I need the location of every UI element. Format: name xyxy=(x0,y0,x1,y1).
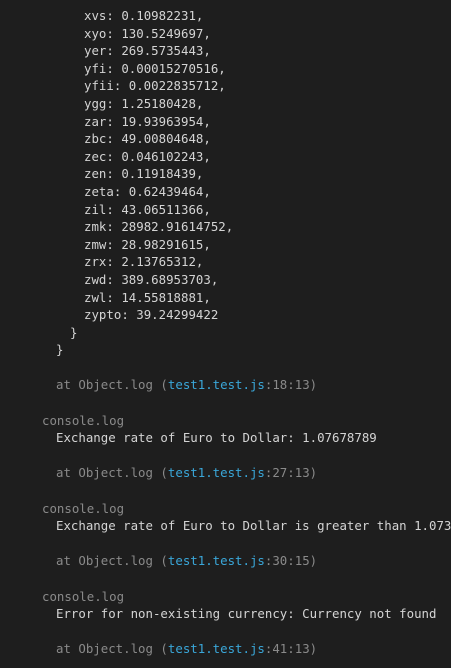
entry-key: yer xyxy=(84,43,107,59)
object-entry: zmw: 28.98291615, xyxy=(84,236,211,252)
object-entry: zec: 0.046102243, xyxy=(84,148,211,164)
entry-value: 49.00804648, xyxy=(121,131,211,147)
entry-key: zmw xyxy=(84,236,107,252)
entry-value: 0.0022835712, xyxy=(128,78,226,94)
entry-value: 43.06511366, xyxy=(121,201,211,217)
entry-key: zwl xyxy=(84,289,107,305)
entry-value: 28982.91614752, xyxy=(121,219,234,235)
object-entry: zrx: 2.13765312, xyxy=(84,254,204,270)
entry-value: 0.00015270516, xyxy=(121,60,226,76)
file-link[interactable]: test1.test.js xyxy=(168,553,265,568)
file-link[interactable]: test1.test.js xyxy=(168,377,265,392)
object-entry: yfi: 0.00015270516, xyxy=(84,60,226,76)
entry-key: zar xyxy=(84,113,107,129)
console-log-header: console.log xyxy=(42,412,125,428)
stack-trace-3: at Object.log (test1.test.js:30:15) xyxy=(56,553,318,569)
object-entry: zen: 0.11918439, xyxy=(84,166,204,182)
entry-key: ygg xyxy=(84,95,107,111)
inner-brace: } xyxy=(70,324,78,340)
entry-value: 0.046102243, xyxy=(121,148,211,164)
error-message: Error for non-existing currency: Currenc… xyxy=(56,606,437,622)
terminal-output: xvs: 0.10982231, xyo: 130.5249697, yer: 26… xyxy=(0,0,451,668)
object-entry: zbc: 49.00804648, xyxy=(84,131,211,147)
object-entry: zwd: 389.68953703, xyxy=(84,271,219,287)
object-entry: zmk: 28982.91614752, xyxy=(84,219,234,235)
entry-value: 0.10982231, xyxy=(121,8,204,23)
entry-value: 39.24299422 xyxy=(136,307,219,323)
log-message: Exchange rate of Euro to Dollar is great… xyxy=(56,518,451,534)
entry-key: zypto xyxy=(84,307,122,323)
entry-key: yfi xyxy=(84,60,107,76)
entry-key: xyo xyxy=(84,25,107,41)
entry-key: zil xyxy=(84,201,107,217)
console-log-header: console.log xyxy=(42,588,125,604)
entry-key: zbc xyxy=(84,131,107,147)
object-entry: xyo: 130.5249697, xyxy=(84,25,211,41)
console-log-header: console.log xyxy=(42,500,125,516)
entry-key: zen xyxy=(84,166,107,182)
entry-key: yfii xyxy=(84,78,114,94)
object-entry: yfii: 0.0022835712, xyxy=(84,78,226,94)
outer-brace: } xyxy=(56,342,64,358)
object-entry: zwl: 14.55818881, xyxy=(84,289,211,305)
entry-key: zwd xyxy=(84,271,107,287)
file-link[interactable]: test1.test.js xyxy=(168,465,265,480)
stack-trace-1: at Object.log (test1.test.js:18:13) xyxy=(56,377,318,393)
entry-value: 1.25180428, xyxy=(121,95,204,111)
entry-key: xvs xyxy=(84,8,107,23)
object-entry: xvs: 0.10982231, xyxy=(84,8,204,23)
object-entry: ygg: 1.25180428, xyxy=(84,95,204,111)
entry-value: 269.5735443, xyxy=(121,43,211,59)
entry-value: 389.68953703, xyxy=(121,271,219,287)
object-entry: zil: 43.06511366, xyxy=(84,201,211,217)
entry-key: zmk xyxy=(84,219,107,235)
entry-value: 0.62439464, xyxy=(128,183,211,199)
object-entry: zypto: 39.24299422 xyxy=(84,307,219,323)
stack-trace-4: at Object.log (test1.test.js:41:13) xyxy=(56,641,318,657)
stack-trace-2: at Object.log (test1.test.js:27:13) xyxy=(56,465,318,481)
object-entry: zeta: 0.62439464, xyxy=(84,183,211,199)
entry-value: 28.98291615, xyxy=(121,236,211,252)
file-link[interactable]: test1.test.js xyxy=(168,641,265,656)
log-message: Exchange rate of Euro to Dollar: 1.07678… xyxy=(56,430,377,446)
entry-value: 130.5249697, xyxy=(121,25,211,41)
object-entry: zar: 19.93963954, xyxy=(84,113,211,129)
object-entries: xvs: 0.10982231, xyo: 130.5249697, yer: 26… xyxy=(0,7,451,324)
entry-key: zec xyxy=(84,148,107,164)
entry-value: 0.11918439, xyxy=(121,166,204,182)
entry-key: zrx xyxy=(84,254,107,270)
entry-value: 19.93963954, xyxy=(121,113,211,129)
object-entry: yer: 269.5735443, xyxy=(84,43,211,59)
entry-key: zeta xyxy=(84,183,114,199)
entry-value: 2.13765312, xyxy=(121,254,204,270)
entry-value: 14.55818881, xyxy=(121,289,211,305)
